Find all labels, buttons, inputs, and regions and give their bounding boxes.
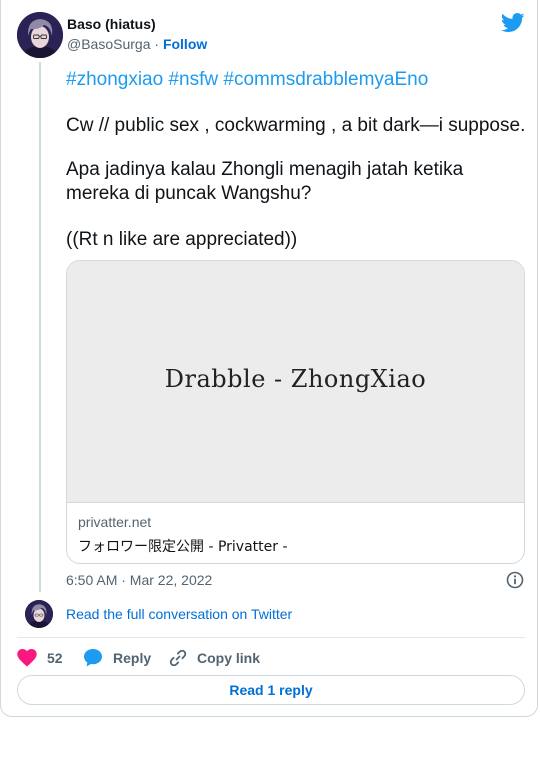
author-handle[interactable]: @BasoSurga <box>67 36 150 52</box>
link-icon <box>169 649 187 667</box>
link-domain: privatter.net <box>78 514 152 530</box>
read-reply-button[interactable]: Read 1 reply <box>17 675 525 705</box>
author-name[interactable]: Baso (hiatus) <box>67 16 156 32</box>
speech-bubble-icon <box>84 649 102 667</box>
link-preview-image-title: Drabble - ZhongXiao <box>164 365 427 393</box>
info-icon[interactable] <box>506 571 524 589</box>
tweet-card: Baso (hiatus) @BasoSurga · Follow #zhong… <box>0 0 538 717</box>
avatar-portrait-icon <box>25 600 53 628</box>
reply-button[interactable]: Reply <box>83 648 151 668</box>
author-handle-row: @BasoSurga · Follow <box>67 36 207 52</box>
thread-line <box>39 62 41 592</box>
twitter-bird-icon[interactable] <box>501 12 525 34</box>
follow-button[interactable]: Follow <box>163 36 207 52</box>
reply-label: Reply <box>113 650 152 666</box>
read-full-conversation-link[interactable]: Read the full conversation on Twitter <box>66 606 292 622</box>
hashtag-link[interactable]: #nsfw <box>168 69 218 90</box>
like-count: 52 <box>47 650 63 666</box>
author-avatar-small[interactable] <box>25 600 53 628</box>
hashtag-link[interactable]: #zhongxiao <box>66 69 163 90</box>
actions-divider <box>17 637 525 638</box>
copy-link-label: Copy link <box>197 650 261 666</box>
tweet-timestamp[interactable]: 6:50 AM · Mar 22, 2022 <box>66 572 212 588</box>
hashtag-line: #zhongxiao #nsfw #commsdrabblemyaEno <box>66 68 531 92</box>
tweet-content-warning: Cw // public sex , cockwarming , a bit d… <box>66 115 526 136</box>
author-avatar[interactable] <box>17 12 63 58</box>
copy-link-button[interactable]: Copy link <box>169 648 260 668</box>
tweet-question: Apa jadinya kalau Zhongli menagih jatah … <box>66 159 464 204</box>
tweet-request: ((Rt n like are appreciated)) <box>66 229 298 250</box>
like-button[interactable]: 52 <box>17 648 63 668</box>
heart-icon <box>17 649 37 667</box>
handle-separator: · <box>154 36 160 52</box>
avatar-portrait-icon <box>17 12 63 58</box>
link-title: フォロワー限定公開 - Privatter - <box>78 539 288 555</box>
link-preview-card[interactable]: Drabble - ZhongXiao privatter.net フォロワー限… <box>66 260 525 564</box>
link-preview-image: Drabble - ZhongXiao <box>67 261 524 503</box>
hashtag-link[interactable]: #commsdrabblemyaEno <box>223 69 428 90</box>
